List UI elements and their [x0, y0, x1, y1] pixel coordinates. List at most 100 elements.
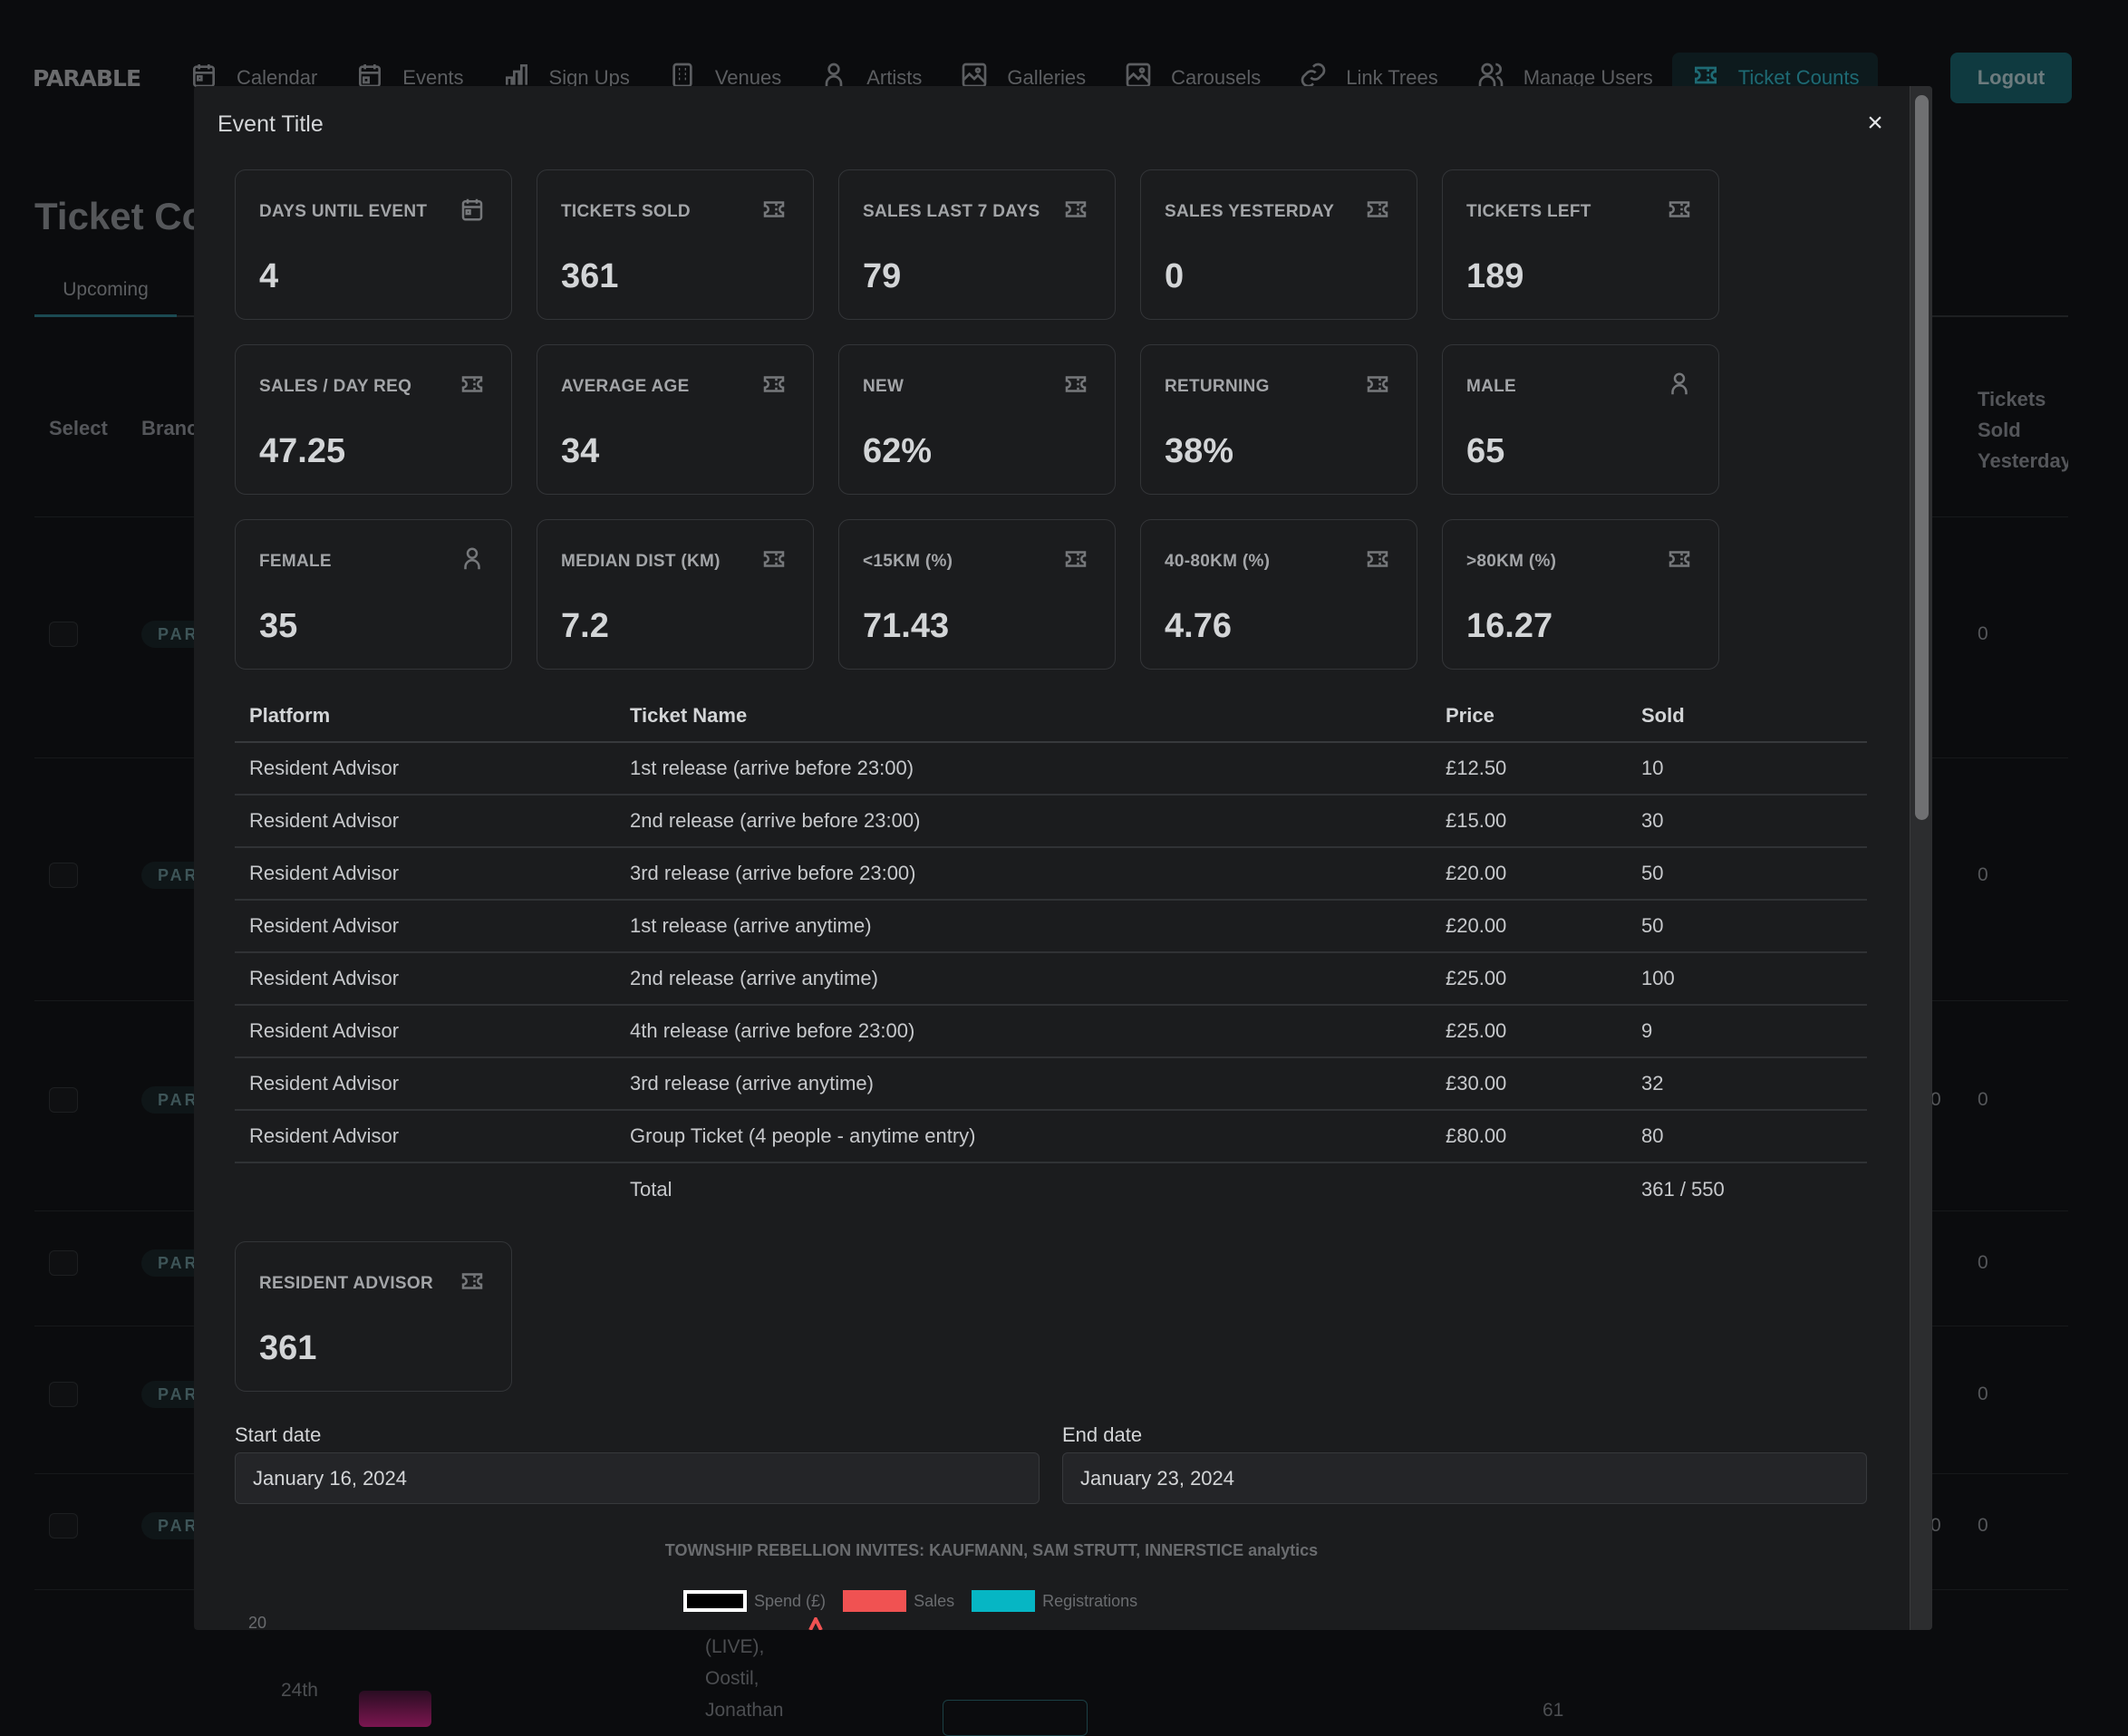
- scrollbar-thumb[interactable]: [1915, 95, 1929, 820]
- ticket-icon: [459, 1268, 486, 1295]
- stat-card-40-80km: 40-80KM (%) 4.76: [1140, 519, 1417, 670]
- stat-label: MEDIAN DIST (KM): [561, 552, 721, 571]
- stat-value: 0: [1165, 257, 1185, 295]
- stat-label: >80KM (%): [1466, 552, 1557, 571]
- end-date-input[interactable]: [1062, 1452, 1867, 1504]
- stat-value: 38%: [1165, 432, 1234, 470]
- cell-price: £15.00: [1431, 795, 1627, 848]
- cell-ticket-name: 2nd release (arrive anytime): [615, 952, 1431, 1006]
- cell-ticket-name: 4th release (arrive before 23:00): [615, 1005, 1431, 1058]
- user-icon: [1666, 371, 1693, 398]
- legend-swatch: [972, 1590, 1036, 1612]
- cell-price: £80.00: [1431, 1110, 1627, 1163]
- cell-ticket-name: Group Ticket (4 people - anytime entry): [615, 1110, 1431, 1163]
- table-row: Resident Advisor 4th release (arrive befo…: [235, 1005, 1867, 1058]
- legend-item-spend[interactable]: Spend (£): [683, 1590, 826, 1612]
- stat-value: 79: [863, 257, 902, 295]
- ticket-icon: [1062, 196, 1089, 223]
- stat-card-median-dist-km: MEDIAN DIST (KM) 7.2: [537, 519, 814, 670]
- column-header-select: Select: [49, 417, 108, 439]
- total-label: Total: [630, 1177, 672, 1201]
- cell-price: £20.00: [1431, 900, 1627, 953]
- cell-price: £30.00: [1431, 1057, 1627, 1111]
- legend-item-sales[interactable]: Sales: [843, 1590, 954, 1612]
- cell-ticket-name: 1st release (arrive before 23:00): [615, 742, 1431, 796]
- cell-sold: 50: [1627, 847, 1867, 901]
- row-date: 24th: [281, 1680, 318, 1701]
- stat-value: 35: [259, 607, 298, 645]
- column-header-brand[interactable]: Branc: [141, 417, 198, 440]
- stat-value: 4: [259, 257, 279, 295]
- legend-item-registrations[interactable]: Registrations: [972, 1590, 1137, 1612]
- cell-price: £12.50: [1431, 742, 1627, 796]
- stat-label: SALES LAST 7 DAYS: [863, 202, 1040, 221]
- ticket-icon: [1364, 545, 1391, 573]
- cell-price: £25.00: [1431, 1005, 1627, 1058]
- table-row: Resident Advisor Group Ticket (4 people -…: [235, 1110, 1867, 1163]
- stat-label: NEW: [863, 377, 904, 396]
- stat-label: RESIDENT ADVISOR: [259, 1274, 434, 1293]
- row-checkbox[interactable]: [49, 1087, 78, 1113]
- stat-value: 65: [1466, 432, 1505, 470]
- table-row: Resident Advisor 2nd release (arrive anyt…: [235, 952, 1867, 1006]
- row-checkbox[interactable]: [49, 622, 78, 647]
- row-action-button[interactable]: [943, 1700, 1088, 1736]
- stat-label: MALE: [1466, 377, 1517, 396]
- stat-card-sales-last-7-days: SALES LAST 7 DAYS 79: [838, 169, 1116, 320]
- tickets-sold-yesterday: 0: [1978, 1252, 1988, 1273]
- cell-platform: Resident Advisor: [235, 952, 615, 1006]
- logout-button[interactable]: Logout: [1950, 53, 2072, 103]
- stat-card-sales-yesterday: SALES YESTERDAY 0: [1140, 169, 1417, 320]
- cell-platform: Resident Advisor: [235, 795, 615, 848]
- stat-label: 40-80KM (%): [1165, 552, 1271, 571]
- cell-platform: Resident Advisor: [235, 1110, 615, 1163]
- stat-label: SALES / DAY REQ: [259, 377, 412, 396]
- total-value: 361 / 550: [1641, 1177, 1725, 1201]
- cell-sold: 80: [1627, 1110, 1867, 1163]
- stat-card-average-age: AVERAGE AGE 34: [537, 344, 814, 495]
- tickets-table: Platform Ticket Name Price Sold Resident…: [235, 690, 1867, 1215]
- tickets-sold-yesterday: 0: [1978, 1515, 1988, 1536]
- stat-value: 189: [1466, 257, 1524, 295]
- table-header-row: Platform Ticket Name Price Sold: [235, 690, 1867, 743]
- stat-card-days-until-event: DAYS UNTIL EVENT 4: [235, 169, 512, 320]
- ticket-icon: [459, 371, 486, 398]
- row-checkbox[interactable]: [49, 863, 78, 888]
- cell-ticket-name: 1st release (arrive anytime): [615, 900, 1431, 953]
- cell-sold: 30: [1627, 795, 1867, 848]
- ticket-icon: [1666, 196, 1693, 223]
- legend-label: Sales: [914, 1591, 955, 1610]
- modal-scrollbar[interactable]: [1910, 86, 1932, 1630]
- row-checkbox[interactable]: [49, 1513, 78, 1538]
- event-modal: Event Title × DAYS UNTIL EVENT 4 TICKETS S…: [194, 86, 1932, 1630]
- cell-sold: 10: [1627, 742, 1867, 796]
- tickets-sold-yesterday: 0: [1978, 1384, 1988, 1404]
- stat-card-returning: RETURNING 38%: [1140, 344, 1417, 495]
- cell-ticket-name: 3rd release (arrive anytime): [615, 1057, 1431, 1111]
- legend-label: Spend (£): [754, 1591, 827, 1610]
- tickets-sold-yesterday: 0: [1978, 1089, 1988, 1110]
- logo[interactable]: PARABLE: [33, 65, 141, 92]
- cell-price: £20.00: [1431, 847, 1627, 901]
- row-checkbox[interactable]: [49, 1250, 78, 1276]
- stats-grid: DAYS UNTIL EVENT 4 TICKETS SOLD 361 SALES LA…: [235, 169, 1719, 670]
- start-date-label: Start date: [235, 1423, 322, 1446]
- tab-upcoming[interactable]: Upcoming: [34, 272, 177, 317]
- stat-label: FEMALE: [259, 552, 332, 571]
- column-header-tickets-sold-yesterday[interactable]: Tickets Sold Yesterday: [1978, 384, 2068, 477]
- stat-card-new: NEW 62%: [838, 344, 1116, 495]
- close-button[interactable]: ×: [1862, 110, 1889, 139]
- stat-label: TICKETS SOLD: [561, 202, 691, 221]
- column-header-platform: Platform: [235, 690, 615, 743]
- cell-platform: Resident Advisor: [235, 1057, 615, 1111]
- row-checkbox[interactable]: [49, 1382, 78, 1407]
- stat-label: DAYS UNTIL EVENT: [259, 202, 428, 221]
- stat-label: RETURNING: [1165, 377, 1270, 396]
- stat-value: 34: [561, 432, 600, 470]
- stat-value: 361: [561, 257, 619, 295]
- table-row: Resident Advisor 1st release (arrive anyt…: [235, 900, 1867, 953]
- platform-card-resident-advisor: RESIDENT ADVISOR 361: [235, 1241, 512, 1392]
- start-date-input[interactable]: [235, 1452, 1040, 1504]
- stat-value: 7.2: [561, 607, 609, 645]
- cell-empty: [1431, 1162, 1627, 1215]
